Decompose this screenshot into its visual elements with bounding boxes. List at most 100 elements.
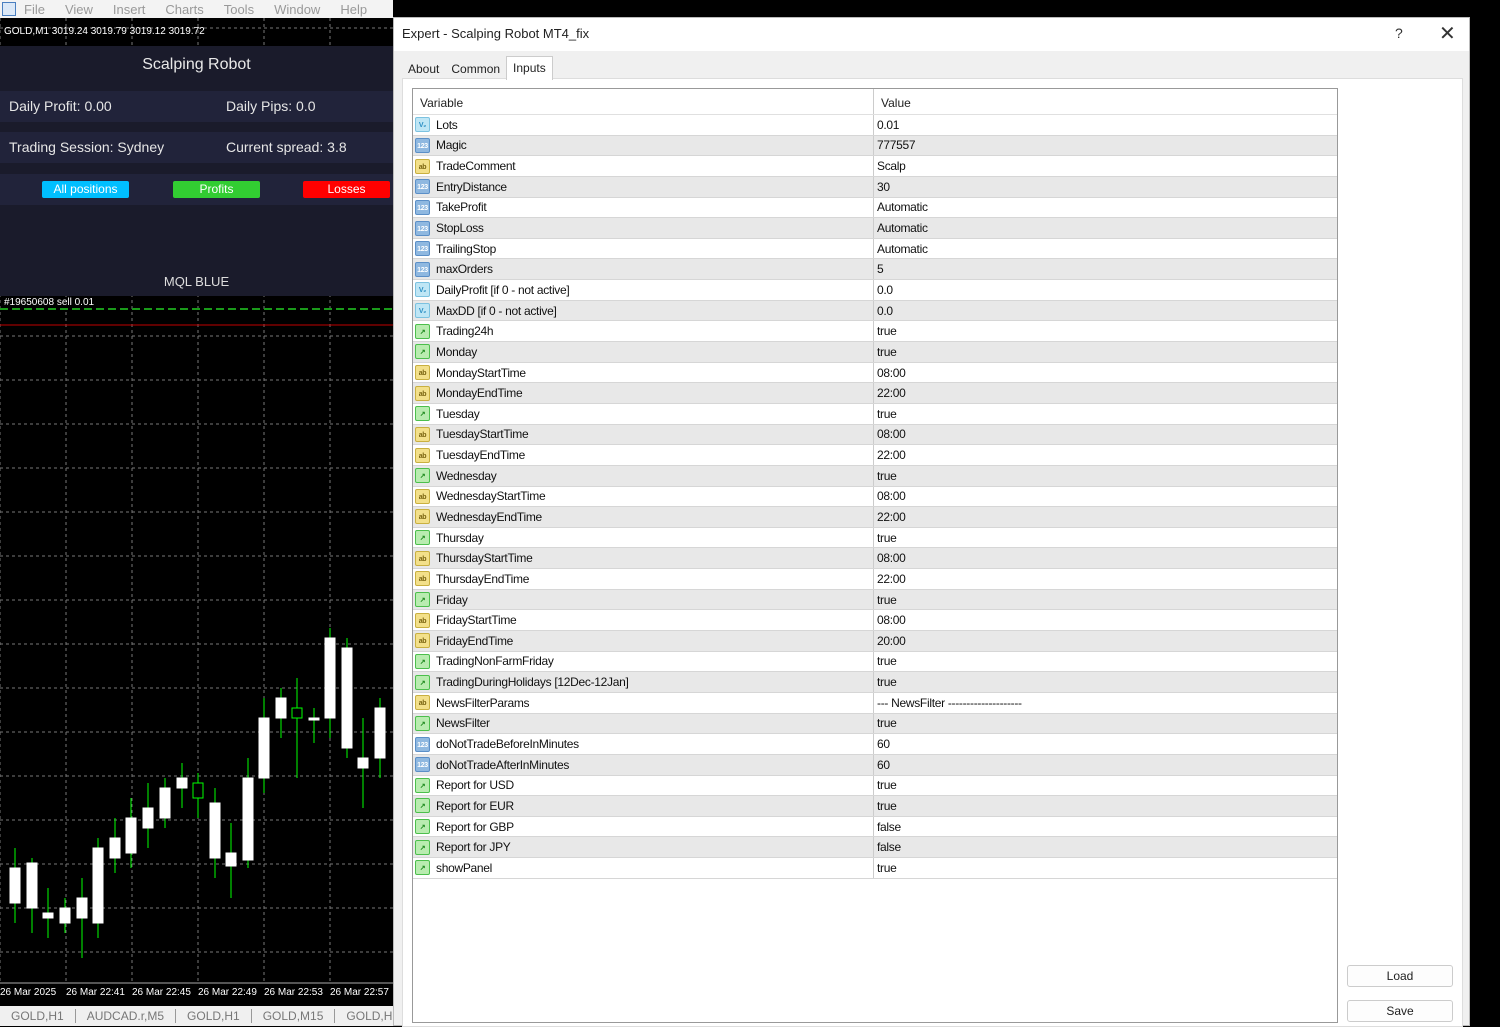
table-row[interactable]: ↗ Wednesday true bbox=[413, 465, 1337, 487]
value-cell[interactable]: 60 bbox=[874, 758, 1337, 772]
value-cell[interactable]: 08:00 bbox=[874, 613, 1337, 627]
value-cell[interactable]: 60 bbox=[874, 737, 1337, 751]
value-cell[interactable]: 22:00 bbox=[874, 572, 1337, 586]
price-chart[interactable]: GOLD,M1 3019.24 3019.79 3019.12 3019.72 … bbox=[0, 18, 393, 1006]
table-row[interactable]: ab MondayEndTime 22:00 bbox=[413, 383, 1337, 404]
menu-help[interactable]: Help bbox=[340, 2, 367, 17]
table-row[interactable]: ↗ Monday true bbox=[413, 342, 1337, 363]
table-row[interactable]: 123 StopLoss Automatic bbox=[413, 218, 1337, 239]
menu-insert[interactable]: Insert bbox=[113, 2, 146, 17]
value-cell[interactable]: 22:00 bbox=[874, 448, 1337, 462]
table-row[interactable]: ↗ Trading24h true bbox=[413, 321, 1337, 343]
menu-charts[interactable]: Charts bbox=[165, 2, 203, 17]
table-row[interactable]: 123 maxOrders 5 bbox=[413, 259, 1337, 281]
menu-view[interactable]: View bbox=[65, 2, 93, 17]
tab-inputs[interactable]: Inputs bbox=[506, 56, 553, 80]
chart-tab[interactable]: GOLD,M15 bbox=[252, 1009, 336, 1023]
table-row[interactable]: V₂ MaxDD [if 0 - not active] 0.0 bbox=[413, 300, 1337, 322]
value-cell[interactable]: 5 bbox=[874, 262, 1337, 276]
column-value[interactable]: Value bbox=[874, 89, 1337, 114]
table-row[interactable]: 123 EntryDistance 30 bbox=[413, 176, 1337, 198]
table-row[interactable]: ↗ showPanel true bbox=[413, 858, 1337, 879]
chart-tab[interactable]: GOLD,H1 bbox=[0, 1009, 76, 1023]
save-button[interactable]: Save bbox=[1347, 1000, 1453, 1022]
variable-name: Magic bbox=[436, 138, 467, 153]
value-cell[interactable]: true bbox=[874, 345, 1337, 359]
table-row[interactable]: ab FridayStartTime 08:00 bbox=[413, 610, 1337, 632]
value-cell[interactable]: 22:00 bbox=[874, 386, 1337, 400]
table-row[interactable]: ab FridayEndTime 20:00 bbox=[413, 631, 1337, 652]
table-row[interactable]: ↗ NewsFilter true bbox=[413, 713, 1337, 735]
value-cell[interactable]: 0.0 bbox=[874, 304, 1337, 318]
value-cell[interactable]: 777557 bbox=[874, 138, 1337, 152]
table-row[interactable]: ab WednesdayStartTime 08:00 bbox=[413, 486, 1337, 508]
value-cell[interactable]: true bbox=[874, 593, 1337, 607]
table-row[interactable]: ↗ Report for EUR true bbox=[413, 796, 1337, 817]
menu-tools[interactable]: Tools bbox=[224, 2, 254, 17]
value-cell[interactable]: Scalp bbox=[874, 159, 1337, 173]
value-cell[interactable]: true bbox=[874, 716, 1337, 730]
load-button[interactable]: Load bbox=[1347, 965, 1453, 987]
table-row[interactable]: ab NewsFilterParams --- NewsFilter -------… bbox=[413, 692, 1337, 714]
table-row[interactable]: ↗ Report for JPY false bbox=[413, 837, 1337, 859]
value-cell[interactable]: false bbox=[874, 820, 1337, 834]
value-cell[interactable]: true bbox=[874, 799, 1337, 813]
table-row[interactable]: ↗ TradingNonFarmFriday true bbox=[413, 651, 1337, 673]
value-cell[interactable]: 08:00 bbox=[874, 427, 1337, 441]
value-cell[interactable]: 08:00 bbox=[874, 366, 1337, 380]
tab-common[interactable]: Common bbox=[445, 58, 506, 80]
value-cell[interactable]: Automatic bbox=[874, 221, 1337, 235]
table-row[interactable]: ab TradeComment Scalp bbox=[413, 156, 1337, 177]
table-row[interactable]: 123 doNotTradeBeforeInMinutes 60 bbox=[413, 734, 1337, 755]
value-cell[interactable]: 22:00 bbox=[874, 510, 1337, 524]
chart-tab[interactable]: AUDCAD.r,M5 bbox=[76, 1009, 177, 1023]
menu-window[interactable]: Window bbox=[274, 2, 320, 17]
str-type-icon: ab bbox=[415, 571, 430, 587]
chart-tab[interactable]: GOLD,H1 bbox=[176, 1009, 252, 1023]
losses-button[interactable]: Losses bbox=[303, 181, 390, 198]
table-row[interactable]: V₂ Lots 0.01 bbox=[413, 115, 1337, 136]
value-cell[interactable]: true bbox=[874, 324, 1337, 338]
table-row[interactable]: ↗ Thursday true bbox=[413, 527, 1337, 549]
table-row[interactable]: 123 TakeProfit Automatic bbox=[413, 197, 1337, 219]
value-cell[interactable]: true bbox=[874, 861, 1337, 875]
value-cell[interactable]: true bbox=[874, 407, 1337, 421]
table-row[interactable]: ↗ Friday true bbox=[413, 589, 1337, 611]
value-cell[interactable]: 08:00 bbox=[874, 489, 1337, 503]
table-row[interactable]: ab MondayStartTime 08:00 bbox=[413, 362, 1337, 384]
table-row[interactable]: V₂ DailyProfit [if 0 - not active] 0.0 bbox=[413, 280, 1337, 301]
close-button[interactable]: ✕ bbox=[1439, 21, 1456, 46]
table-row[interactable]: ↗ TradingDuringHolidays [12Dec-12Jan] true bbox=[413, 672, 1337, 693]
value-cell[interactable]: true bbox=[874, 654, 1337, 668]
value-cell[interactable]: 0.01 bbox=[874, 118, 1337, 132]
all-positions-button[interactable]: All positions bbox=[42, 181, 129, 198]
table-row[interactable]: 123 doNotTradeAfterInMinutes 60 bbox=[413, 754, 1337, 776]
table-row[interactable]: ↗ Tuesday true bbox=[413, 403, 1337, 425]
help-button[interactable]: ? bbox=[1395, 25, 1403, 41]
value-cell[interactable]: 20:00 bbox=[874, 634, 1337, 648]
value-cell[interactable]: 0.0 bbox=[874, 283, 1337, 297]
table-row[interactable]: ab ThursdayStartTime 08:00 bbox=[413, 548, 1337, 570]
table-row[interactable]: ab WednesdayEndTime 22:00 bbox=[413, 507, 1337, 528]
table-row[interactable]: ab ThursdayEndTime 22:00 bbox=[413, 569, 1337, 590]
table-row[interactable]: ab TuesdayEndTime 22:00 bbox=[413, 445, 1337, 466]
column-variable[interactable]: Variable bbox=[413, 89, 874, 114]
value-cell[interactable]: true bbox=[874, 469, 1337, 483]
table-row[interactable]: ↗ Report for USD true bbox=[413, 775, 1337, 797]
value-cell[interactable]: 08:00 bbox=[874, 551, 1337, 565]
table-row[interactable]: 123 TrailingStop Automatic bbox=[413, 238, 1337, 260]
table-row[interactable]: 123 Magic 777557 bbox=[413, 135, 1337, 157]
menu-file[interactable]: File bbox=[24, 2, 45, 17]
value-cell[interactable]: true bbox=[874, 778, 1337, 792]
value-cell[interactable]: Automatic bbox=[874, 200, 1337, 214]
value-cell[interactable]: 30 bbox=[874, 180, 1337, 194]
value-cell[interactable]: false bbox=[874, 840, 1337, 854]
table-row[interactable]: ↗ Report for GBP false bbox=[413, 816, 1337, 838]
tab-about[interactable]: About bbox=[402, 58, 445, 80]
value-cell[interactable]: Automatic bbox=[874, 242, 1337, 256]
value-cell[interactable]: --- NewsFilter -------------------- bbox=[874, 696, 1337, 710]
value-cell[interactable]: true bbox=[874, 531, 1337, 545]
value-cell[interactable]: true bbox=[874, 675, 1337, 689]
profits-button[interactable]: Profits bbox=[173, 181, 260, 198]
table-row[interactable]: ab TuesdayStartTime 08:00 bbox=[413, 424, 1337, 446]
